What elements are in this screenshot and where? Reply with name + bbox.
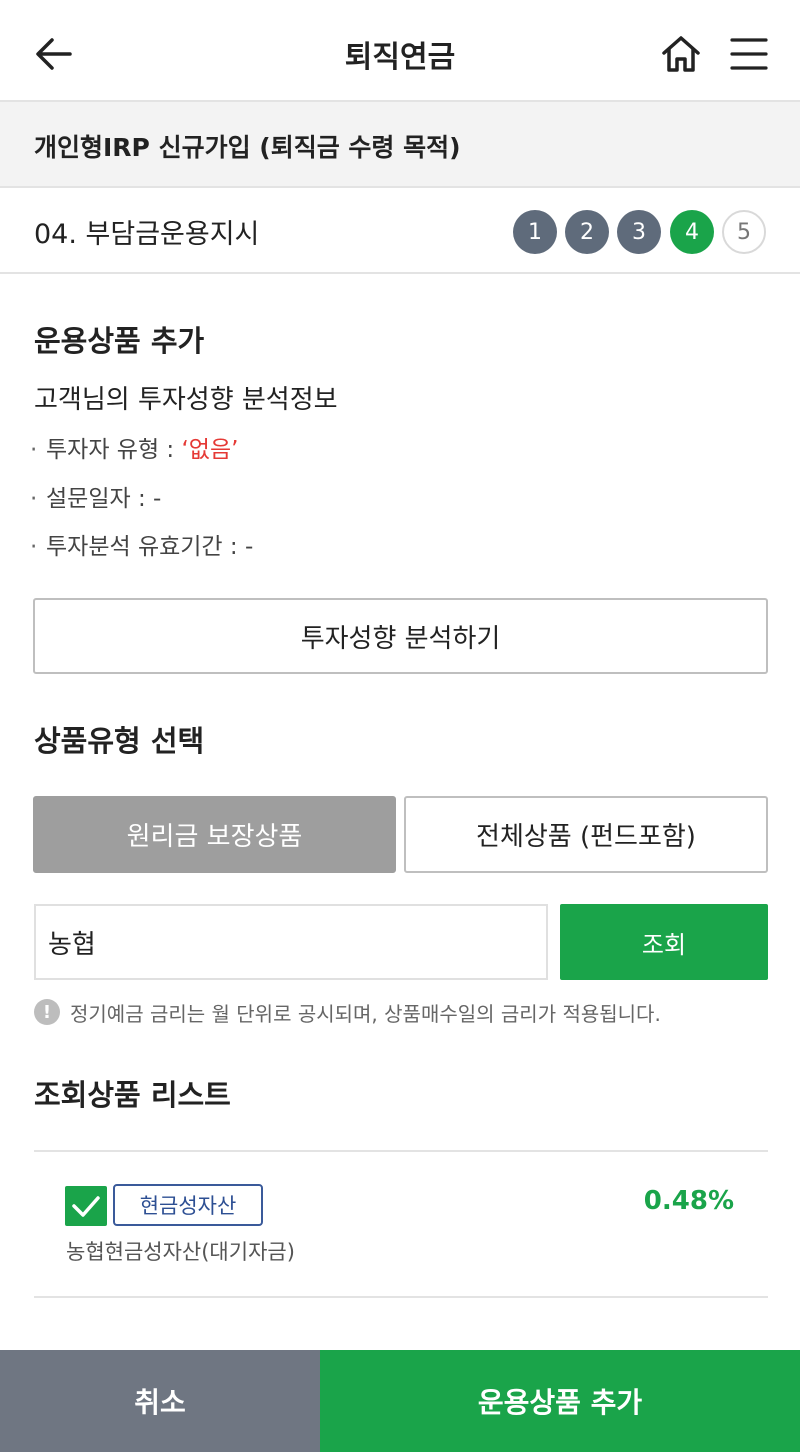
home-icon <box>662 36 700 72</box>
step-5: 5 <box>722 210 766 254</box>
divider <box>34 1296 768 1298</box>
page: 퇴직연금 개인형IRP 신규가입 (퇴직금 수령 목적) 04. 부담금운용지시… <box>0 0 800 1452</box>
rate-notice: ! 정기예금 금리는 월 단위로 공시되며, 상품매수일의 금리가 적용됩니다. <box>34 997 661 1027</box>
investor-type-item: · 투자자 유형 : ‘없음’ <box>30 430 238 464</box>
option-all-products[interactable]: 전체상품 (펀드포함) <box>404 796 768 873</box>
validity-label: 투자분석 유효기간 : - <box>46 534 254 560</box>
step-2: 2 <box>565 210 609 254</box>
asset-type-tag: 현금성자산 <box>113 1184 263 1226</box>
bullet-dot: · <box>30 486 38 512</box>
analyze-investment-button[interactable]: 투자성향 분석하기 <box>33 598 768 674</box>
app-header: 퇴직연금 <box>0 0 800 102</box>
add-product-button[interactable]: 운용상품 추가 <box>320 1350 800 1452</box>
search-input[interactable] <box>34 904 548 980</box>
analysis-heading: 고객님의 투자성향 분석정보 <box>34 385 338 415</box>
validity-item: · 투자분석 유효기간 : - <box>30 527 253 561</box>
survey-date-label: 설문일자 : - <box>46 486 162 512</box>
hamburger-menu-icon <box>730 38 768 70</box>
section-title-product-add: 운용상품 추가 <box>34 324 205 358</box>
product-rate: 0.48% <box>643 1186 734 1216</box>
notice-text: 정기예금 금리는 월 단위로 공시되며, 상품매수일의 금리가 적용됩니다. <box>70 1001 661 1026</box>
info-exclamation-icon: ! <box>34 999 60 1025</box>
step-title: 04. 부담금운용지시 <box>34 219 260 250</box>
home-button[interactable] <box>660 33 702 75</box>
bullet-dot: · <box>30 437 38 463</box>
step-3: 3 <box>617 210 661 254</box>
divider <box>34 1150 768 1152</box>
cancel-button[interactable]: 취소 <box>0 1350 320 1452</box>
investor-type-label: 투자자 유형 : <box>46 437 182 463</box>
bullet-dot: · <box>30 534 38 560</box>
subtitle-bar: 개인형IRP 신규가입 (퇴직금 수령 목적) <box>0 102 800 188</box>
section-title-product-type: 상품유형 선택 <box>34 724 205 758</box>
subtitle-text: 개인형IRP 신규가입 (퇴직금 수령 목적) <box>34 133 461 162</box>
step-1: 1 <box>513 210 557 254</box>
option-guaranteed-products[interactable]: 원리금 보장상품 <box>33 796 396 873</box>
survey-date-item: · 설문일자 : - <box>30 479 161 513</box>
product-checkbox[interactable] <box>65 1186 107 1226</box>
section-title-results: 조회상품 리스트 <box>34 1078 231 1112</box>
investor-type-value: ‘없음’ <box>181 437 239 463</box>
search-button[interactable]: 조회 <box>560 904 768 980</box>
product-name: 농협현금성자산(대기자금) <box>66 1240 295 1264</box>
step-4-current: 4 <box>670 210 714 254</box>
menu-button[interactable] <box>730 36 768 72</box>
checkmark-icon <box>72 1196 100 1217</box>
